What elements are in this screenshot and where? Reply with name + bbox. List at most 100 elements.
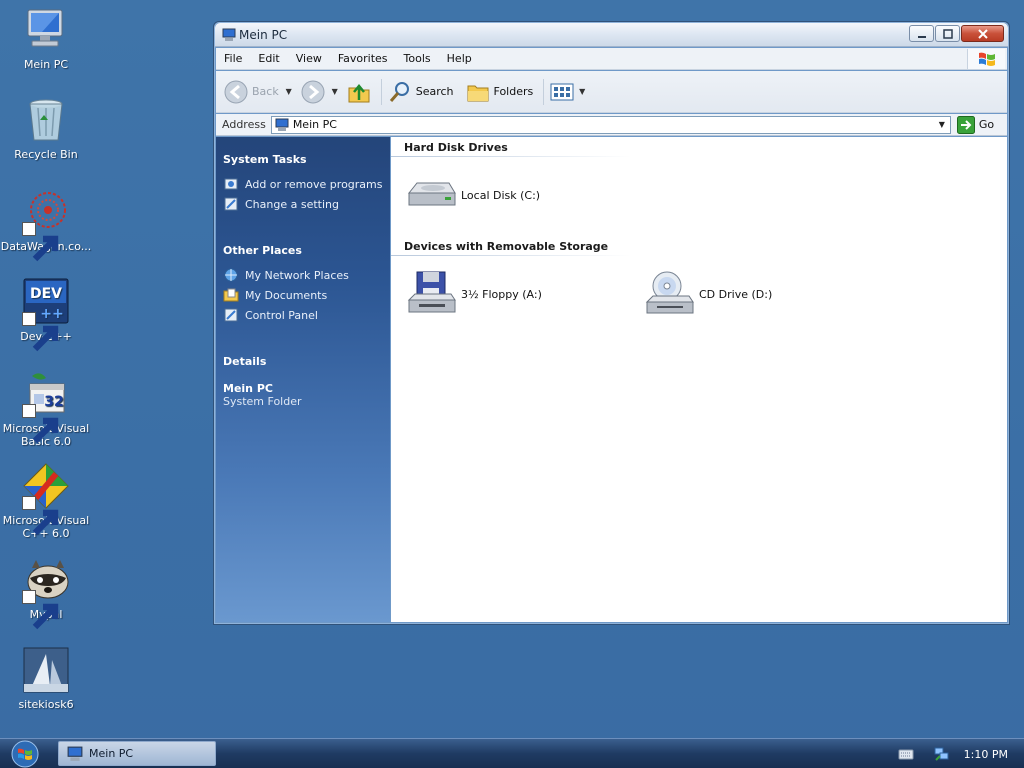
desktop-icon-dev-cpp[interactable]: DEV ++ Dev-C++ [0,278,92,352]
drive-item-local-disk[interactable]: Local Disk (C:) [405,171,540,219]
drive-item-floppy[interactable]: 3½ Floppy (A:) [405,270,542,318]
minimize-button[interactable] [909,25,934,42]
menu-edit[interactable]: Edit [250,48,287,70]
chevron-down-icon: ▼ [579,87,586,96]
close-button[interactable] [961,25,1004,42]
control-panel-link[interactable]: Control Panel [223,305,386,325]
desktop-icon-mein-pc[interactable]: Mein PC [0,6,92,71]
desktop-icon-label: Recycle Bin [14,148,78,161]
floppy-drive-icon [407,271,456,313]
close-icon [977,28,988,39]
menu-tools[interactable]: Tools [396,48,439,70]
up-folder-button[interactable] [347,77,371,107]
my-network-places-link[interactable]: My Network Places [223,265,386,285]
my-computer-icon [67,746,83,761]
system-tasks-title[interactable]: System Tasks [223,153,386,166]
views-icon [550,83,574,100]
up-folder-icon [348,83,370,102]
section-title-hard-disk-drives: Hard Disk Drives [404,141,508,154]
desktop-icon-sitekiosk[interactable]: sitekiosk6 [0,646,92,711]
address-field[interactable]: Mein PC ▼ [270,115,951,134]
desktop-icon-recycle-bin[interactable]: Recycle Bin [0,96,92,161]
desktop-icon-datawagon[interactable]: DataWagon.co... [0,188,92,262]
datawagon-icon [22,188,70,262]
forward-button[interactable] [301,77,325,107]
other-places-title[interactable]: Other Places [223,244,386,257]
mypal-icon [22,556,70,630]
drive-label: CD Drive (D:) [699,287,773,301]
menu-favorites[interactable]: Favorites [330,48,396,70]
recycle-bin-icon [22,96,70,144]
folders-button[interactable]: Folders [466,77,533,107]
desktop-icon-visual-basic[interactable]: 32 Microsoft Visual Basic 6.0 [0,370,92,448]
control-panel-icon [224,197,238,211]
network-icon[interactable] [934,746,950,762]
windows-logo-icon [967,49,1005,69]
system-tray: 1:10 PM [878,739,1024,768]
address-label: Address [222,118,266,131]
section-title-removable-storage: Devices with Removable Storage [404,240,609,253]
title-bar[interactable]: Mein PC [215,23,1008,47]
my-computer-icon [275,118,289,131]
back-button[interactable]: Back [224,77,279,107]
address-value: Mein PC [292,118,337,131]
desktop-icon-mypal[interactable]: Mypal [0,556,92,630]
maximize-icon [942,28,953,39]
system-tasks-group: System Tasks Add or remove programs Chan… [223,153,386,214]
forward-arrow-icon [301,80,325,103]
menu-view[interactable]: View [288,48,330,70]
details-name: Mein PC [223,382,273,395]
network-places-icon [224,268,238,282]
dev-cpp-icon: DEV ++ [22,278,70,352]
forward-dropdown-chevron-down-icon[interactable]: ▼ [329,87,341,96]
drive-label: 3½ Floppy (A:) [461,287,542,301]
go-button[interactable]: Go [956,115,994,134]
taskbar-button-mein-pc[interactable]: Mein PC [58,741,216,766]
back-dropdown-chevron-down-icon[interactable]: ▼ [283,87,295,96]
back-arrow-icon [224,80,248,103]
menu-file[interactable]: File [216,48,250,70]
window-title: Mein PC [239,28,288,42]
clock[interactable]: 1:10 PM [964,748,1008,761]
start-orb-icon [11,740,39,768]
shortcut-arrow-icon [22,222,59,262]
go-arrow-icon [956,115,975,134]
hard-disk-icon [407,182,456,206]
drive-label: Local Disk (C:) [461,188,541,202]
search-icon [389,81,409,102]
cd-drive-icon [645,271,694,314]
my-documents-icon [223,288,239,302]
shortcut-arrow-icon [22,496,59,536]
toolbar: Back ▼ ▼ Search Folders ▼ [216,71,1007,113]
search-button[interactable]: Search [388,77,454,107]
minimize-icon [917,35,926,38]
address-bar: Address Mein PC ▼ Go [216,114,1007,136]
sitekiosk-icon [22,646,70,694]
section-divider [391,255,631,256]
add-remove-programs-icon [224,178,238,190]
task-pane: System Tasks Add or remove programs Chan… [216,137,390,622]
my-documents-link[interactable]: My Documents [223,285,386,305]
taskbar: Mein PC 1:10 PM [0,738,1024,768]
address-dropdown-chevron-down-icon[interactable]: ▼ [934,117,950,133]
other-places-group: Other Places My Network Places My Docume… [223,244,386,325]
desktop-icon-visual-cpp[interactable]: Microsoft Visual C++ 6.0 [0,462,92,540]
change-setting-link[interactable]: Change a setting [223,194,386,214]
menu-bar: File Edit View Favorites Tools Help [216,48,1007,70]
keyboard-icon[interactable] [898,746,914,762]
maximize-button[interactable] [935,25,960,42]
shortcut-arrow-icon [22,590,59,630]
my-computer-icon [22,6,70,54]
add-remove-programs-link[interactable]: Add or remove programs [223,174,386,194]
folders-icon [467,85,489,101]
content-pane: Hard Disk Drives Local Disk (C:) Devices… [391,137,1007,622]
section-divider [391,156,631,157]
details-title[interactable]: Details [223,355,386,368]
views-button[interactable]: ▼ [550,77,588,107]
drive-item-cd[interactable]: CD Drive (D:) [643,270,772,318]
shortcut-arrow-icon [22,404,59,444]
explorer-window: Mein PC File Edit View Favorites Tools H… [213,21,1010,625]
details-group: Details Mein PC System Folder [223,355,386,408]
start-button[interactable] [6,740,44,768]
menu-help[interactable]: Help [439,48,480,70]
